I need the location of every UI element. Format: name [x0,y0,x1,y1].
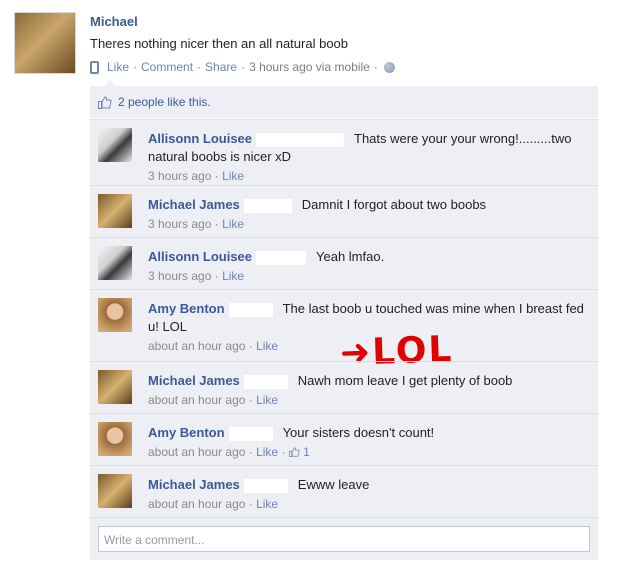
comments-panel: 2 people like this. Allisonn Louisee That… [90,80,598,560]
comment-time[interactable]: 3 hours ago [148,169,211,183]
comment-item: Michael James Ewww leave about an hour ag… [90,465,598,517]
commenter-name[interactable]: Michael James [148,477,240,492]
comment-text: Ewww leave [297,477,370,492]
write-comment-input[interactable]: Write a comment... [98,526,590,552]
post-share-link[interactable]: Share [205,60,237,74]
commenter-avatar[interactable] [98,128,132,162]
commenter-name[interactable]: Michael James [148,197,240,212]
comment-time[interactable]: about an hour ago [148,445,245,459]
post-author-name[interactable]: Michael [90,14,138,29]
comment-item: Allisonn Louisee Thats were your your wro… [90,119,598,185]
comment-item: Michael James Nawh mom leave I get plenty… [90,361,598,413]
redaction-block [228,302,273,317]
commenter-name[interactable]: Allisonn Louisee [148,131,252,146]
comment-text: Your sisters doesn't count! [282,425,435,440]
redaction-block [256,132,345,147]
commenter-avatar[interactable] [98,194,132,228]
comment-text: Yeah lmfao. [316,249,385,264]
post-author-avatar[interactable] [14,12,76,74]
comment-item: Allisonn Louisee Yeah lmfao. 3 hours ago … [90,237,598,289]
commenter-name[interactable]: Amy Benton [148,301,225,316]
comment-item: Amy Benton The last boob u touched was mi… [90,289,598,374]
post-like-link[interactable]: Like [107,60,129,74]
comment-item: Michael James Damnit I forgot about two b… [90,185,598,237]
commenter-avatar[interactable] [98,246,132,280]
thumbs-up-icon [288,447,300,457]
comment-time[interactable]: 3 hours ago [148,269,211,283]
comment-text: Nawh mom leave I get plenty of boob [297,373,513,388]
privacy-globe-icon[interactable] [383,61,395,73]
likes-count-text[interactable]: 2 people like this. [118,95,211,109]
write-comment-area: Write a comment... [90,517,598,552]
comment-text: Damnit I forgot about two boobs [301,197,487,212]
comment-time[interactable]: about an hour ago [148,497,245,511]
redaction-block [228,426,273,441]
post-text: Theres nothing nicer then an all natural… [90,36,349,51]
likes-summary: 2 people like this. [90,86,598,119]
comment-item: Amy Benton Your sisters doesn't count! ab… [90,413,598,465]
post-meta: Like · Comment · Share · 3 hours ago via… [90,60,395,74]
redaction-block [256,250,307,265]
commenter-avatar[interactable] [98,422,132,456]
redaction-block [243,478,288,493]
commenter-name[interactable]: Michael James [148,373,240,388]
redaction-block [243,198,292,213]
comment-like-link[interactable]: Like [256,445,278,459]
commenter-name[interactable]: Allisonn Louisee [148,249,252,264]
comment-like-link[interactable]: Like [222,269,244,283]
mobile-icon [90,60,99,74]
comment-like-link[interactable]: Like [222,169,244,183]
comment-like-link[interactable]: Like [256,497,278,511]
commenter-avatar[interactable] [98,298,132,332]
comment-like-link[interactable]: Like [256,393,278,407]
comment-time[interactable]: about an hour ago [148,339,245,353]
commenter-name[interactable]: Amy Benton [148,425,225,440]
comment-like-count[interactable]: 1 [303,445,310,459]
comment-time[interactable]: 3 hours ago [148,217,211,231]
thumbs-up-icon [98,95,112,109]
comment-like-link[interactable]: Like [256,339,278,353]
redaction-block [243,374,288,389]
commenter-avatar[interactable] [98,474,132,508]
post-comment-link[interactable]: Comment [141,60,193,74]
commenter-avatar[interactable] [98,370,132,404]
comment-time[interactable]: about an hour ago [148,393,245,407]
comment-like-link[interactable]: Like [222,217,244,231]
post-time[interactable]: 3 hours ago via mobile [249,60,370,74]
